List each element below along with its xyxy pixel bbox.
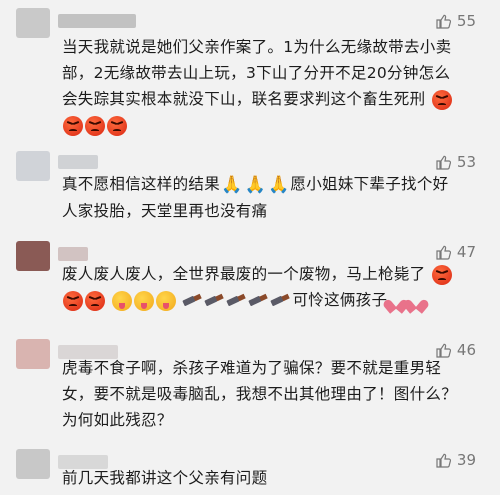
comment-text: 虎毒不食子啊，杀孩子难道为了骗保？要不就是重男轻女，要不就是吸毒脑乱，我想不出其…: [62, 359, 458, 429]
avatar[interactable]: [16, 151, 50, 181]
praying-hands-emoji: 🙏: [221, 174, 243, 195]
avatar[interactable]: [16, 339, 50, 369]
thumbs-up-icon: [436, 245, 451, 260]
like-button[interactable]: 55: [435, 12, 476, 30]
kitchen-knife-emoji: [183, 293, 203, 309]
comment-text: 废人废人废人，全世界最废的一个废物，马上枪毙了 可怜这俩孩子: [62, 261, 460, 313]
angry-face-emoji: [85, 115, 105, 136]
like-button[interactable]: 53: [435, 153, 476, 171]
username-blurred[interactable]: [58, 155, 98, 169]
comment-text: 当天我就说是她们父亲作案了。1为什么无缘故带去小卖部，2无缘故带去山上玩，3下山…: [62, 34, 460, 138]
thumbs-up-icon: [436, 14, 451, 29]
comment-item: 55 当天我就说是她们父亲作案了。1为什么无缘故带去小卖部，2无缘故带去山上玩，…: [0, 0, 500, 136]
comment-item: 47 废人废人废人，全世界最废的一个废物，马上枪毙了 可怜这俩孩子: [0, 233, 500, 323]
thumbs-up-icon: [436, 155, 451, 170]
comment-item: 39 前几天我都讲这个父亲有问题: [0, 445, 500, 495]
like-count: 53: [456, 153, 476, 171]
tongue-face-emoji: [134, 290, 155, 311]
kitchen-knife-emoji: [205, 293, 225, 309]
broken-heart-emoji: [408, 293, 426, 309]
angry-face-emoji: [431, 264, 452, 285]
praying-hands-emoji: 🙏: [244, 174, 266, 195]
avatar[interactable]: [16, 241, 50, 271]
angry-face-emoji: [63, 115, 83, 136]
kitchen-knife-emoji: [249, 293, 269, 309]
like-count: 47: [456, 243, 476, 261]
username-blurred[interactable]: [58, 14, 136, 28]
comment-text: 前几天我都讲这个父亲有问题: [62, 469, 268, 487]
kitchen-knife-emoji: [271, 293, 291, 309]
comment-item: 46 虎毒不食子啊，杀孩子难道为了骗保？要不就是重男轻女，要不就是吸毒脑乱，我想…: [0, 335, 500, 429]
tongue-face-emoji: [156, 290, 177, 311]
avatar[interactable]: [16, 8, 50, 38]
angry-face-emoji: [63, 290, 83, 311]
username-blurred[interactable]: [58, 247, 88, 261]
praying-hands-emoji: 🙏: [267, 174, 290, 195]
tongue-face-emoji: [112, 290, 133, 311]
comment-item: 53 真不愿相信这样的结果🙏 🙏 🙏愿小姐妹下辈子找个好人家投胎，天堂里再也没有痛: [0, 143, 500, 223]
angry-face-emoji: [85, 290, 105, 311]
angry-face-emoji: [431, 89, 452, 110]
angry-face-emoji: [107, 115, 127, 136]
like-count: 55: [456, 12, 476, 30]
comment-text: 真不愿相信这样的结果🙏 🙏 🙏愿小姐妹下辈子找个好人家投胎，天堂里再也没有痛: [62, 171, 460, 224]
like-button[interactable]: 47: [435, 243, 476, 261]
avatar[interactable]: [16, 449, 50, 479]
kitchen-knife-emoji: [227, 293, 247, 309]
